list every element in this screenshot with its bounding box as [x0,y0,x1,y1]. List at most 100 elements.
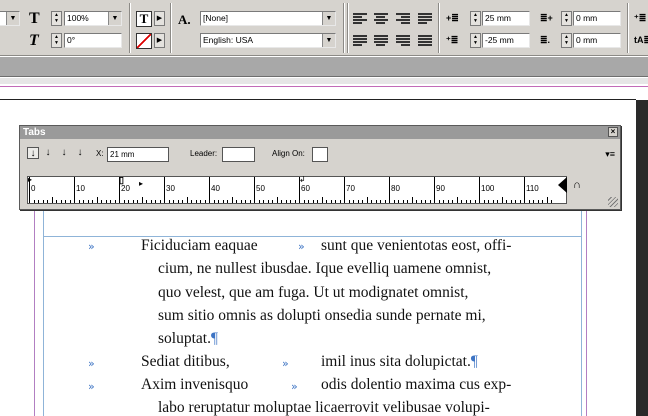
right-indent-marker[interactable] [558,177,567,193]
ruler-tick [510,200,512,203]
justify-left-icon[interactable] [353,35,367,47]
drop-cap-icon: tA≣ [634,35,648,45]
right-indent-stepper[interactable]: ▲ ▼ [561,11,572,26]
ruler-tick [479,177,480,203]
ruler-label: 30 [166,184,175,193]
ruler-label: 80 [391,184,400,193]
left-indent-stepper[interactable]: ▲ ▼ [470,11,481,26]
center-justified-tab-button[interactable]: ↓ [42,147,54,159]
no-stroke-icon[interactable] [136,33,152,49]
divider [343,3,345,53]
ruler-tick [492,200,494,203]
ruler-tick [56,200,57,203]
ruler-label: 60 [301,184,310,193]
ruler-tick [222,200,224,203]
last-line-indent-field[interactable]: 0 mm [573,33,621,48]
ruler-tick [393,200,395,203]
ruler-tick [389,177,390,203]
first-line-indent-field[interactable]: -25 mm [482,33,530,48]
ruler-label: 10 [76,184,85,193]
bleed-guide [0,86,648,87]
last-line-indent-stepper[interactable]: ▲ ▼ [561,33,572,48]
space-before-icon: ⁺≣ [634,13,647,23]
ruler-tick [416,200,417,203]
character-style-dropdown[interactable]: [None] ▼ [200,11,336,26]
language-dropdown[interactable]: English: USA ▼ [200,33,336,48]
align-left-icon[interactable] [353,13,367,25]
text-line: odis dolentio maxima cus exp- [321,376,512,393]
ruler-label: 70 [346,184,355,193]
text-fill-icon[interactable]: T [136,11,152,27]
skew-field[interactable]: 0° [64,33,122,48]
align-decimal-tab-button[interactable]: ↓ [74,147,86,159]
ruler-tick [443,200,444,203]
text-line: Ficiduciam eaquae [141,237,258,254]
align-towards-spine-icon[interactable] [418,13,432,25]
ruler-tick [65,200,66,203]
ruler-tick [218,200,219,203]
vertical-scale-field[interactable]: 100% ▼ [64,11,122,26]
ruler-tick [60,200,62,203]
ruler-tick [38,200,39,203]
tab-character: » [88,240,95,253]
ruler-tick [281,200,282,203]
ruler-tick [119,177,120,203]
divider [170,3,172,53]
ruler-tick [398,200,399,203]
ruler-tick [87,200,89,203]
left-justified-tab-button[interactable]: ↓ [27,147,39,159]
justify-center-icon[interactable] [374,35,388,47]
x-position-field[interactable]: 21 mm [107,147,169,162]
ruler-tick [339,200,341,203]
ruler-tick [204,200,206,203]
justify-right-icon[interactable] [396,35,410,47]
align-right-icon[interactable] [396,13,410,25]
ruler-tick [258,200,260,203]
tab-ruler[interactable]: ▸ ▯ ▸ ↲ 0 10 20 30 40 50 60 70 80 90 100 110 [27,176,567,204]
resize-grip[interactable] [608,197,618,207]
control-panel: ▼ T ▲ ▼ 100% ▼ T ▲ ▼ 0° T ▶ ▶ A. [None] ▼ En… [0,0,648,56]
align-center-icon[interactable] [374,13,388,25]
ruler-tick [429,200,431,203]
ruler-tick [105,200,107,203]
scale-stepper[interactable]: ▲ ▼ [51,11,62,26]
ruler-label: 50 [256,184,265,193]
chevron-down-icon: ▼ [108,12,121,25]
palette-title-bar[interactable]: Tabs [20,126,620,139]
ruler-tick [245,200,246,203]
ruler-tick [384,200,386,203]
ruler-tick [132,200,134,203]
hanging-indent-marker[interactable]: ▸ [139,180,143,188]
right-indent-field[interactable]: 0 mm [573,11,621,26]
close-icon[interactable]: × [608,127,618,137]
ruler-tick [195,200,197,203]
ruler-tick [42,200,44,203]
tab-stop-marker[interactable]: ↲ [299,176,306,184]
tab-character: » [291,380,298,393]
text-line: Axim invenisquo [141,376,249,393]
skew-icon: T [29,32,39,49]
first-line-indent-stepper[interactable]: ▲ ▼ [470,33,481,48]
ruler-tick [366,197,368,203]
ruler-tick [254,177,255,203]
justify-all-icon[interactable] [418,35,432,47]
ruler-label: 110 [526,184,539,193]
align-on-field[interactable] [312,147,328,162]
font-style-dropdown-stub[interactable]: ▼ [0,11,20,26]
ruler-tick [101,200,102,203]
tab-character: » [88,380,95,393]
ruler-tick [335,200,336,203]
palette-menu-icon[interactable]: ▾≡ [605,149,615,160]
character-style-icon: A. [178,12,191,27]
leader-field[interactable] [222,147,255,162]
ruler-tick [321,197,323,203]
stroke-menu-arrow[interactable]: ▶ [154,33,165,48]
ruler-tick [420,200,422,203]
magnet-icon[interactable]: ∩ [570,178,584,192]
ruler-tick [168,200,170,203]
skew-stepper[interactable]: ▲ ▼ [51,33,62,48]
left-indent-field[interactable]: 25 mm [482,11,530,26]
tabs-palette: Tabs × ↓ ↓ ↓ ↓ X: 21 mm Leader: Align On… [19,125,621,210]
right-justified-tab-button[interactable]: ↓ [58,147,70,159]
fill-menu-arrow[interactable]: ▶ [154,11,165,26]
